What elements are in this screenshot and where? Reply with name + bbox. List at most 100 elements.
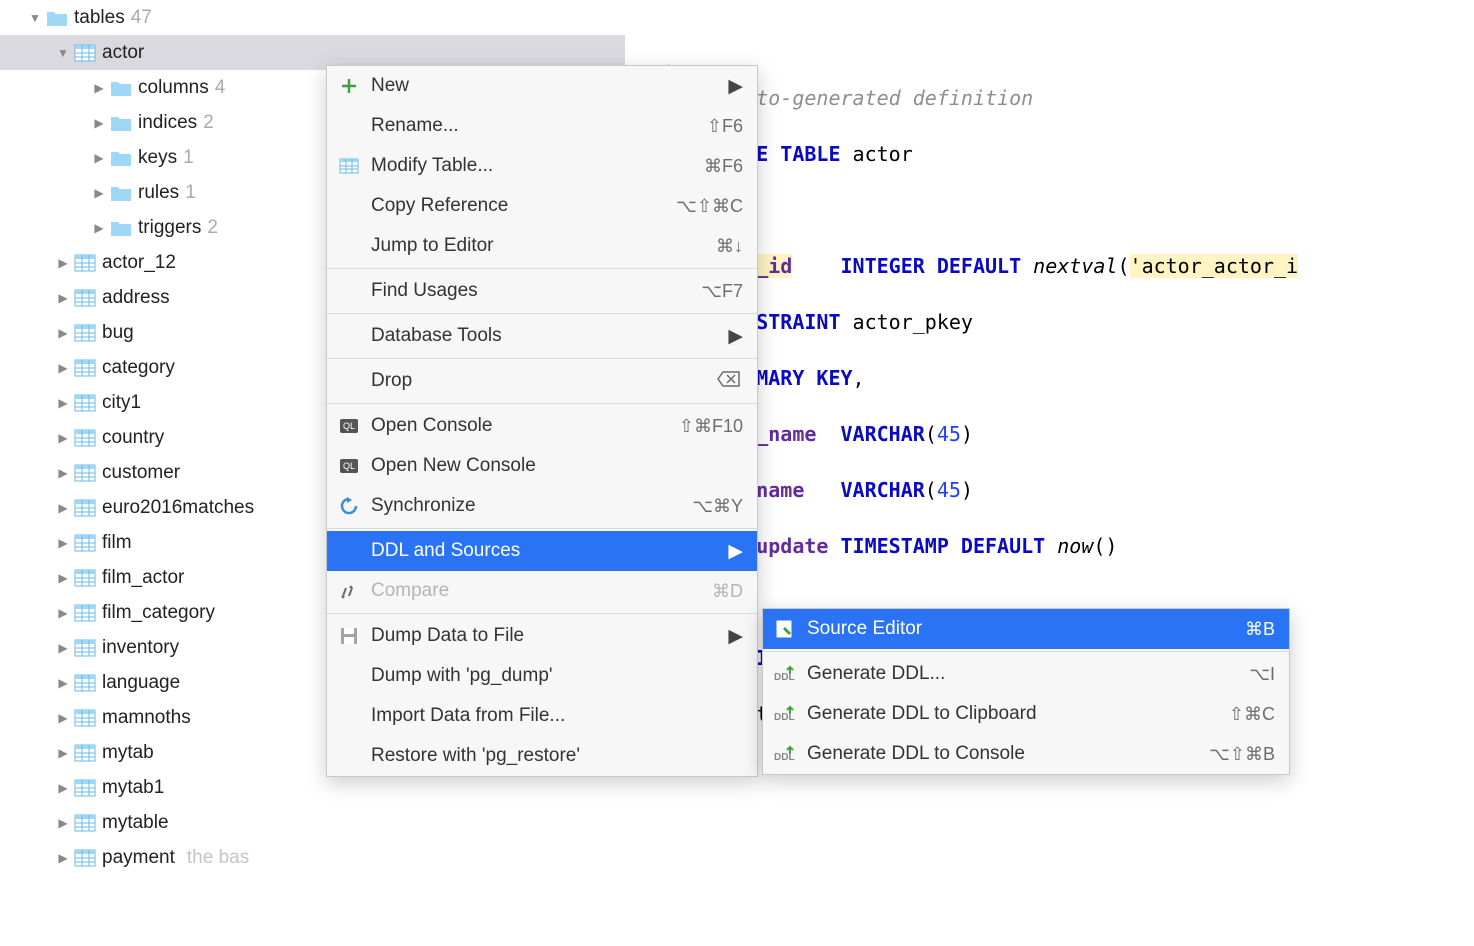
menu-separator	[327, 528, 757, 529]
menu-label: Drop	[371, 370, 717, 392]
chevron-right-icon: ▶	[56, 501, 70, 515]
tree-count: 1	[185, 182, 196, 204]
table-icon	[74, 427, 96, 449]
table-icon	[74, 497, 96, 519]
tree-hint: the bas	[187, 847, 249, 869]
code-num: 45	[937, 422, 961, 446]
menu-item-dump-with-pg-dump[interactable]: Dump with 'pg_dump'	[327, 656, 757, 696]
tree-label: mytab1	[102, 777, 164, 799]
menu-item-synchronize[interactable]: Synchronize⌥⌘Y	[327, 486, 757, 526]
chevron-right-icon: ▶	[56, 571, 70, 585]
blank-icon	[337, 369, 361, 393]
menu-separator	[327, 403, 757, 404]
svg-text:QL: QL	[343, 461, 355, 471]
chevron-right-icon: ▶	[56, 746, 70, 760]
menu-shortcut: ⌘F6	[704, 156, 743, 177]
chevron-right-icon: ▶	[92, 186, 106, 200]
submenu-ddl-sources: Source Editor⌘BDDLGenerate DDL...⌥IDDLGe…	[762, 608, 1290, 775]
sync-icon	[337, 494, 361, 518]
plus-icon	[337, 74, 361, 98]
blank-icon	[337, 664, 361, 688]
ddl-icon: DDL	[773, 742, 797, 766]
menu-item-open-console[interactable]: QLOpen Console⇧⌘F10	[327, 406, 757, 446]
menu-item-dump-data-to-file[interactable]: Dump Data to File▶	[327, 616, 757, 656]
menu-item-import-data-from-file[interactable]: Import Data from File...	[327, 696, 757, 736]
menu-separator	[327, 313, 757, 314]
chevron-right-icon: ▶	[56, 326, 70, 340]
menu-label: Open New Console	[371, 455, 743, 477]
table-icon	[74, 602, 96, 624]
tree-label: tables	[74, 7, 125, 29]
menu-item-ddl-and-sources[interactable]: DDL and Sources▶	[327, 531, 757, 571]
table-icon	[74, 847, 96, 869]
console-icon: QL	[337, 454, 361, 478]
tree-label: address	[102, 287, 170, 309]
tree-count: 2	[203, 112, 214, 134]
menu-shortcut: ⇧F6	[707, 116, 743, 137]
svg-text:QL: QL	[343, 421, 355, 431]
menu-label: Jump to Editor	[371, 235, 716, 257]
tree-label: columns	[138, 77, 209, 99]
folder-icon	[110, 217, 132, 239]
code-kw: TIMESTAMP DEFAULT	[841, 534, 1058, 558]
code-ident: actor_pkey	[853, 310, 973, 334]
ddl-icon: DDL	[773, 702, 797, 726]
menu-item-generate-ddl-to-console[interactable]: DDLGenerate DDL to Console⌥⇧⌘B	[763, 734, 1289, 774]
menu-label: Generate DDL...	[807, 663, 1249, 685]
menu-item-restore-with-pg-restore[interactable]: Restore with 'pg_restore'	[327, 736, 757, 776]
console-icon: QL	[337, 414, 361, 438]
blank-icon	[337, 234, 361, 258]
menu-label: Open Console	[371, 415, 679, 437]
table-icon	[74, 462, 96, 484]
svg-text:DDL: DDL	[774, 672, 795, 683]
tree-table-payment[interactable]: ▶paymentthe bas	[0, 840, 625, 875]
code-ident: actor	[853, 142, 913, 166]
tree-label: mytable	[102, 812, 169, 834]
menu-item-database-tools[interactable]: Database Tools▶	[327, 316, 757, 356]
menu-item-jump-to-editor[interactable]: Jump to Editor⌘↓	[327, 226, 757, 266]
compare-icon	[337, 579, 361, 603]
tree-label: film	[102, 532, 132, 554]
tree-label: actor_12	[102, 252, 176, 274]
menu-item-generate-ddl[interactable]: DDLGenerate DDL...⌥I	[763, 654, 1289, 694]
blank-icon	[337, 324, 361, 348]
chevron-right-icon: ▶	[56, 816, 70, 830]
chevron-right-icon: ▶	[56, 536, 70, 550]
tree-label: euro2016matches	[102, 497, 254, 519]
chevron-right-icon: ▶	[56, 676, 70, 690]
menu-label: Synchronize	[371, 495, 692, 517]
menu-label: Dump with 'pg_dump'	[371, 665, 743, 687]
menu-item-new[interactable]: New▶	[327, 66, 757, 106]
submenu-arrow-icon: ▶	[728, 625, 743, 648]
table-icon	[74, 777, 96, 799]
tree-label: language	[102, 672, 180, 694]
code-num: 45	[937, 478, 961, 502]
code-func: now	[1057, 534, 1093, 558]
tree-root-tables[interactable]: ▼ tables 47	[0, 0, 625, 35]
menu-item-copy-reference[interactable]: Copy Reference⌥⇧⌘C	[327, 186, 757, 226]
menu-item-drop[interactable]: Drop	[327, 361, 757, 401]
tree-table-mytable[interactable]: ▶ mytable	[0, 805, 625, 840]
table-icon	[74, 252, 96, 274]
chevron-right-icon: ▶	[56, 256, 70, 270]
blank-icon	[337, 279, 361, 303]
menu-label: Find Usages	[371, 280, 701, 302]
tree-label: country	[102, 427, 164, 449]
menu-item-open-new-console[interactable]: QL Open New Console	[327, 446, 757, 486]
menu-item-rename[interactable]: Rename...⇧F6	[327, 106, 757, 146]
table-icon	[74, 392, 96, 414]
chevron-right-icon: ▶	[56, 781, 70, 795]
menu-item-generate-ddl-to-clipboard[interactable]: DDLGenerate DDL to Clipboard⇧⌘C	[763, 694, 1289, 734]
folder-icon	[110, 182, 132, 204]
menu-item-modify-table[interactable]: Modify Table...⌘F6	[327, 146, 757, 186]
tree-label: payment	[102, 847, 175, 869]
tree-label: actor	[102, 42, 144, 64]
menu-item-compare: Compare⌘D	[327, 571, 757, 611]
menu-separator	[327, 358, 757, 359]
code-kw: VARCHAR	[841, 478, 925, 502]
menu-item-find-usages[interactable]: Find Usages⌥F7	[327, 271, 757, 311]
chevron-right-icon: ▶	[56, 396, 70, 410]
chevron-right-icon: ▶	[92, 221, 106, 235]
chevron-down-icon: ▼	[56, 46, 70, 60]
menu-item-source-editor[interactable]: Source Editor⌘B	[763, 609, 1289, 649]
